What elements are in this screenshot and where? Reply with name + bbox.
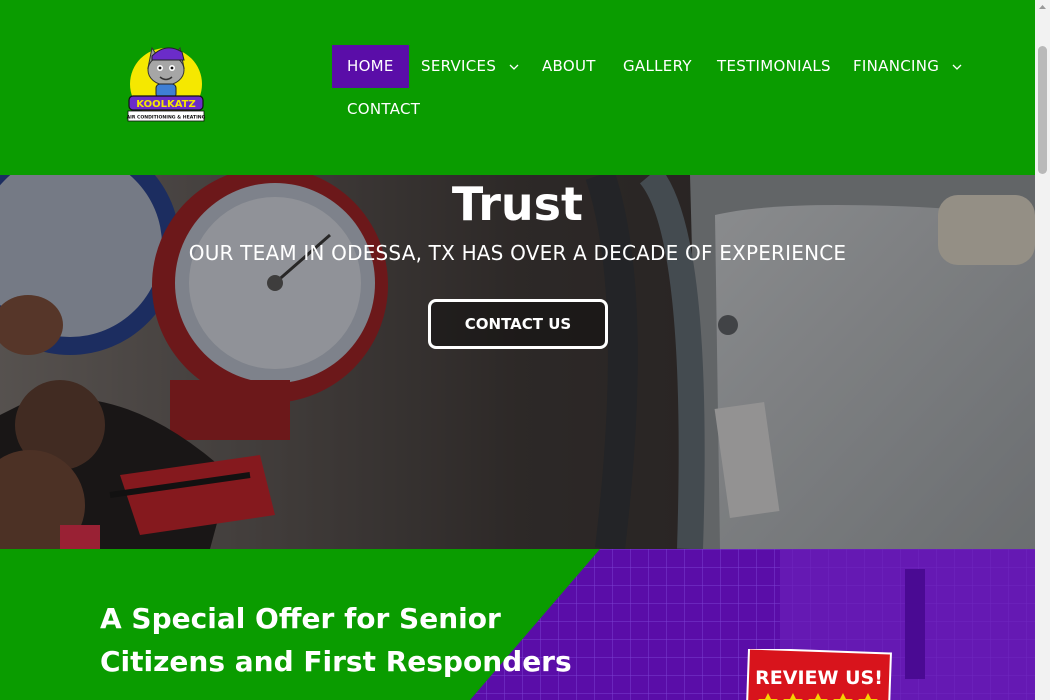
chevron-down-icon bbox=[952, 64, 962, 70]
nav-item-label: GALLERY bbox=[623, 57, 692, 75]
nav-item-home[interactable]: HOME bbox=[332, 45, 409, 88]
nav-item-contact[interactable]: CONTACT bbox=[332, 88, 435, 131]
logo-wordmark: KOOLKATZ bbox=[136, 99, 195, 110]
page: KOOLKATZ AIR CONDITIONING & HEATING HOME… bbox=[0, 0, 1035, 700]
site-header: KOOLKATZ AIR CONDITIONING & HEATING HOME… bbox=[0, 0, 1035, 175]
nav-item-label: FINANCING bbox=[853, 57, 940, 75]
scroll-up-arrow-icon[interactable] bbox=[1037, 1, 1048, 13]
nav-item-label: SERVICES bbox=[421, 57, 497, 75]
nav-item-about[interactable]: ABOUT bbox=[527, 45, 611, 88]
nav-item-label: HOME bbox=[347, 57, 394, 75]
contact-us-button[interactable]: CONTACT US bbox=[428, 299, 608, 349]
review-us-badge[interactable]: REVIEW US! bbox=[746, 649, 892, 700]
offer-title: A Special Offer for Senior Citizens and … bbox=[100, 602, 572, 678]
scrollbar-thumb[interactable] bbox=[1038, 46, 1047, 174]
chevron-down-icon bbox=[509, 64, 519, 70]
hero-banner: Trust OUR TEAM IN ODESSA, TX HAS OVER A … bbox=[0, 175, 1035, 549]
nav-item-label: CONTACT bbox=[347, 100, 421, 118]
logo-tagline: AIR CONDITIONING & HEATING bbox=[127, 115, 206, 121]
review-badge-text: REVIEW US! bbox=[755, 667, 883, 689]
hero-title: Trust bbox=[451, 177, 584, 231]
nav-item-gallery[interactable]: GALLERY bbox=[608, 45, 707, 88]
nav-item-label: TESTIMONIALS bbox=[717, 57, 831, 75]
nav-item-financing[interactable]: FINANCING bbox=[838, 45, 977, 88]
nav-item-label: ABOUT bbox=[542, 57, 596, 75]
special-offer-section: A Special Offer for Senior Citizens and … bbox=[0, 549, 1035, 700]
hero-subtitle: OUR TEAM IN ODESSA, TX HAS OVER A DECADE… bbox=[188, 241, 847, 265]
nav-item-testimonials[interactable]: TESTIMONIALS bbox=[702, 45, 846, 88]
nav-item-services[interactable]: SERVICES bbox=[406, 45, 534, 88]
company-logo[interactable]: KOOLKATZ AIR CONDITIONING & HEATING bbox=[126, 38, 206, 130]
